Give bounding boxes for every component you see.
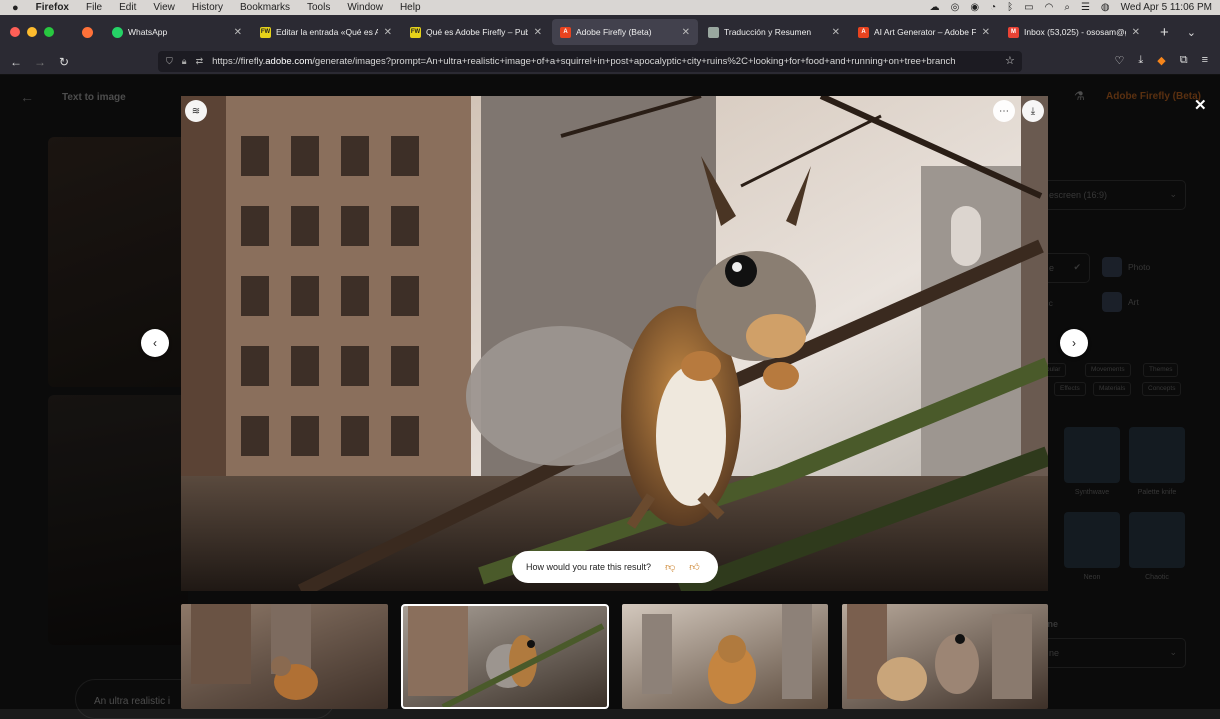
- downloads-icon[interactable]: ⤓: [1138, 54, 1143, 67]
- firefox-icon: [82, 26, 93, 38]
- tab-close-icon[interactable]: ✕: [234, 27, 242, 38]
- tab-title: Editar la entrada «Qué es Adob: [276, 27, 378, 37]
- app-switcher-icon[interactable]: ≋: [185, 100, 207, 122]
- new-tab-button[interactable]: +: [1160, 24, 1169, 41]
- menu-icon[interactable]: ≡: [1202, 54, 1208, 67]
- thumbnail-4[interactable]: [842, 604, 1048, 709]
- tab-close-icon[interactable]: ✕: [534, 27, 542, 38]
- tab-whatsapp[interactable]: WhatsApp ✕: [104, 19, 250, 45]
- adobe-icon: A: [858, 26, 869, 38]
- tab-que-es-firefly[interactable]: FW Qué es Adobe Firefly – Publicid ✕: [402, 19, 550, 45]
- browser-nav-bar: ← → ↻ ⛉ 🔒︎ ⇄ https://firefly. adobe.com/g…: [0, 49, 1220, 75]
- reload-icon[interactable]: ↻: [52, 55, 76, 69]
- thumbnail-strip: [181, 604, 1048, 709]
- tab-editar-entrada[interactable]: FW Editar la entrada «Qué es Adob ✕: [252, 19, 400, 45]
- next-image-button[interactable]: ›: [1060, 329, 1088, 357]
- squirrel-image: [181, 96, 1048, 591]
- tab-title: Qué es Adobe Firefly – Publicid: [426, 27, 528, 37]
- tab-title: AI Art Generator – Adobe Firef: [874, 27, 976, 37]
- menu-file[interactable]: File: [86, 2, 102, 13]
- siri-icon[interactable]: ◍: [1101, 2, 1110, 13]
- wifi-icon[interactable]: ◠: [1045, 2, 1054, 13]
- extensions-icon[interactable]: ⧉: [1180, 54, 1188, 67]
- tab-gmail-inbox[interactable]: M Inbox (53,025) - ososam@gma ✕: [1000, 19, 1148, 45]
- tab-firefox-view[interactable]: [76, 19, 102, 45]
- menu-bookmarks[interactable]: Bookmarks: [240, 2, 290, 13]
- list-tabs-icon[interactable]: ⌄: [1187, 26, 1196, 39]
- tab-close-icon[interactable]: ✕: [832, 27, 840, 38]
- fw-icon: FW: [410, 26, 421, 38]
- maximize-window-button[interactable]: [44, 27, 54, 37]
- more-options-icon[interactable]: ⋯: [993, 100, 1015, 122]
- forward-icon[interactable]: →: [28, 55, 52, 69]
- url-domain: adobe.com: [265, 56, 313, 67]
- tab-title: Inbox (53,025) - ososam@gma: [1024, 27, 1126, 37]
- adobe-icon: A: [560, 26, 571, 38]
- tab-close-icon[interactable]: ✕: [384, 27, 392, 38]
- tab-title: Adobe Firefly (Beta): [576, 27, 652, 37]
- menu-window[interactable]: Window: [347, 2, 383, 13]
- thumbnail-image: [847, 604, 1032, 701]
- shield-icon[interactable]: ⛉: [166, 56, 173, 67]
- tab-adobe-firefly[interactable]: A Adobe Firefly (Beta) ✕: [552, 19, 698, 45]
- thumbnail-image: [642, 604, 812, 704]
- menubar-clock[interactable]: Wed Apr 5 11:06 PM: [1121, 2, 1212, 13]
- status-icon-2[interactable]: ◔: [990, 2, 996, 13]
- control-center-icon[interactable]: ☰: [1081, 2, 1090, 13]
- window-controls: [0, 27, 76, 37]
- tab-title: Traducción y Resumen: [724, 27, 812, 37]
- tab-traduccion[interactable]: Traducción y Resumen ✕: [700, 19, 848, 45]
- close-modal-icon[interactable]: ✕: [1194, 96, 1207, 114]
- rating-question: How would you rate this result?: [526, 562, 652, 572]
- menu-help[interactable]: Help: [400, 2, 421, 13]
- creative-cloud-icon[interactable]: ◎: [951, 2, 960, 13]
- apple-icon[interactable]: ●: [12, 2, 19, 14]
- download-icon[interactable]: ⤓: [1022, 100, 1044, 122]
- gmail-icon: M: [1008, 26, 1019, 38]
- generated-image-preview: ≋ ⋯ ⤓: [181, 96, 1048, 591]
- tab-close-icon[interactable]: ✕: [1132, 27, 1140, 38]
- menu-history[interactable]: History: [192, 2, 223, 13]
- tab-close-icon[interactable]: ✕: [682, 27, 690, 38]
- thumbnail-image: [191, 604, 318, 700]
- tab-close-icon[interactable]: ✕: [982, 27, 990, 38]
- menu-edit[interactable]: Edit: [119, 2, 136, 13]
- thumbnail-2-selected[interactable]: [401, 604, 609, 709]
- permissions-icon[interactable]: ⇄: [196, 56, 204, 67]
- rating-prompt: How would you rate this result? 👎︎ 👍︎: [512, 551, 718, 583]
- whatsapp-icon: [112, 26, 123, 38]
- menu-tools[interactable]: Tools: [307, 2, 330, 13]
- macos-menubar: ● Firefox File Edit View History Bookmar…: [0, 0, 1220, 15]
- thumbs-up-icon[interactable]: 👍︎: [689, 561, 699, 573]
- previous-image-button[interactable]: ‹: [141, 329, 169, 357]
- close-window-button[interactable]: [10, 27, 20, 37]
- metamask-icon[interactable]: ◆: [1157, 54, 1165, 67]
- bluetooth-icon[interactable]: ᛒ: [1007, 2, 1013, 13]
- battery-icon[interactable]: ▭: [1024, 2, 1033, 13]
- bookmark-star-icon[interactable]: ☆: [1005, 54, 1015, 67]
- url-prefix: https://firefly.: [212, 56, 266, 67]
- url-path: /generate/images?prompt=An+ultra+realist…: [312, 56, 956, 67]
- tab-title: WhatsApp: [128, 27, 168, 37]
- tab-ai-art-generator[interactable]: A AI Art Generator – Adobe Firef ✕: [850, 19, 998, 45]
- status-icon[interactable]: ◉: [970, 2, 979, 13]
- thumbnail-image: [408, 606, 605, 707]
- chatgpt-icon: [708, 26, 719, 38]
- browser-tab-bar: WhatsApp ✕ FW Editar la entrada «Qué es …: [0, 15, 1220, 49]
- menu-app-name[interactable]: Firefox: [36, 2, 69, 13]
- pocket-icon[interactable]: ♡: [1115, 54, 1125, 67]
- minimize-window-button[interactable]: [27, 27, 37, 37]
- url-bar[interactable]: ⛉ 🔒︎ ⇄ https://firefly. adobe.com/generat…: [158, 51, 1022, 72]
- fw-icon: FW: [260, 26, 271, 38]
- lock-icon[interactable]: 🔒︎: [182, 56, 187, 67]
- thumbnail-3[interactable]: [622, 604, 828, 709]
- thumbs-down-icon[interactable]: 👎︎: [665, 561, 675, 573]
- search-icon[interactable]: ⌕: [1064, 2, 1070, 13]
- thumbnail-1[interactable]: [181, 604, 388, 709]
- back-icon[interactable]: ←: [4, 55, 28, 69]
- cloud-icon[interactable]: ☁: [930, 2, 940, 13]
- menu-view[interactable]: View: [153, 2, 175, 13]
